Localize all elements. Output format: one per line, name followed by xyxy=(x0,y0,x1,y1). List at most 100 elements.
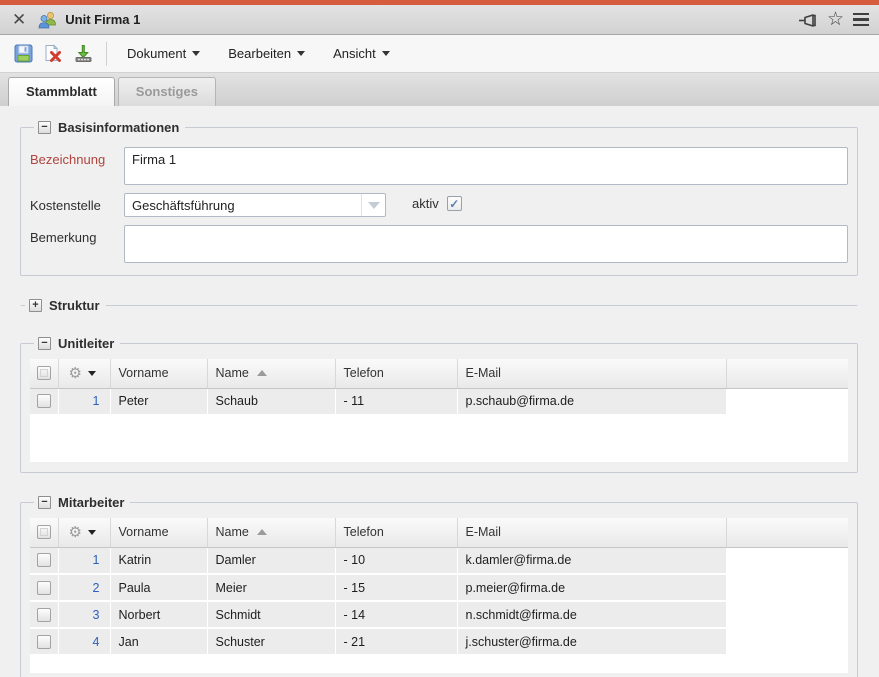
row-number: 3 xyxy=(58,601,110,628)
chevron-down-icon xyxy=(297,51,305,56)
collapse-icon[interactable]: − xyxy=(38,337,51,350)
grid-options-menu[interactable]: ⚙ xyxy=(69,525,96,540)
tab-content-stammblatt: − Basisinformationen Bezeichnung Firma 1… xyxy=(0,106,879,677)
star-icon[interactable]: ☆ xyxy=(827,10,844,29)
column-header-filler xyxy=(726,518,848,547)
section-mitarbeiter: − Mitarbeiter ⚙ Vorname Name Telefon xyxy=(20,495,858,677)
menu-bearbeiten-label: Bearbeiten xyxy=(228,46,291,61)
kostenstelle-select[interactable]: Geschäftsführung xyxy=(124,193,386,217)
section-title: Struktur xyxy=(49,298,100,313)
section-mitarbeiter-header: − Mitarbeiter xyxy=(34,495,130,510)
sort-asc-icon xyxy=(257,370,267,376)
cell-name: Meier xyxy=(207,574,335,601)
menu-dokument[interactable]: Dokument xyxy=(117,40,210,67)
discard-document-button[interactable] xyxy=(40,41,66,67)
table-row[interactable]: 2 Paula Meier - 15 p.meier@firma.de xyxy=(30,574,848,601)
column-header-telefon[interactable]: Telefon xyxy=(335,518,457,547)
cell-email: k.damler@firma.de xyxy=(457,547,726,574)
section-basisinformationen: − Basisinformationen Bezeichnung Firma 1… xyxy=(20,120,858,276)
cell-telefon: - 10 xyxy=(335,547,457,574)
section-title: Mitarbeiter xyxy=(58,495,124,510)
bezeichnung-field[interactable]: Firma 1 xyxy=(124,147,848,185)
unit-window: ✕ Unit Firma 1 ☆ xyxy=(0,0,879,677)
section-struktur: + Struktur xyxy=(20,298,858,314)
cell-vorname: Norbert xyxy=(110,601,207,628)
combo-trigger-button[interactable] xyxy=(361,194,385,216)
hamburger-menu-icon[interactable] xyxy=(853,13,869,27)
column-header-name[interactable]: Name xyxy=(207,359,335,388)
menu-ansicht-label: Ansicht xyxy=(333,46,376,61)
row-number: 4 xyxy=(58,628,110,655)
chevron-down-icon xyxy=(368,202,380,209)
section-title: Unitleiter xyxy=(58,336,114,351)
save-button[interactable] xyxy=(10,41,36,67)
cell-vorname: Jan xyxy=(110,628,207,655)
column-header-email[interactable]: E-Mail xyxy=(457,359,726,388)
row-number: 1 xyxy=(58,388,110,415)
cell-email: n.schmidt@firma.de xyxy=(457,601,726,628)
cell-telefon: - 21 xyxy=(335,628,457,655)
select-all-checkbox[interactable] xyxy=(37,525,51,539)
toolbar-separator xyxy=(106,42,107,66)
import-button[interactable] xyxy=(70,41,96,67)
menu-bearbeiten[interactable]: Bearbeiten xyxy=(218,40,315,67)
row-number: 2 xyxy=(58,574,110,601)
chevron-down-icon xyxy=(382,51,390,56)
row-checkbox[interactable] xyxy=(37,553,51,567)
section-struktur-header: + Struktur xyxy=(25,298,106,313)
table-row[interactable]: 4 Jan Schuster - 21 j.schuster@firma.de xyxy=(30,628,848,655)
row-checkbox[interactable] xyxy=(37,581,51,595)
kostenstelle-label: Kostenstelle xyxy=(30,193,124,213)
select-all-checkbox[interactable] xyxy=(37,366,51,380)
tab-stammblatt[interactable]: Stammblatt xyxy=(8,77,115,106)
cell-name: Schaub xyxy=(207,388,335,415)
column-header-name-label: Name xyxy=(216,366,249,380)
mitarbeiter-grid: ⚙ Vorname Name Telefon E-Mail 1 Katrin D… xyxy=(30,518,848,673)
toolbar: Dokument Bearbeiten Ansicht xyxy=(0,35,879,73)
gear-icon: ⚙ xyxy=(69,366,82,381)
grid-header-row: ⚙ Vorname Name Telefon E-Mail xyxy=(30,518,848,547)
tab-sonstiges[interactable]: Sonstiges xyxy=(118,77,216,106)
column-header-vorname[interactable]: Vorname xyxy=(110,359,207,388)
column-header-vorname[interactable]: Vorname xyxy=(110,518,207,547)
cell-email: p.meier@firma.de xyxy=(457,574,726,601)
collapse-icon[interactable]: − xyxy=(38,121,51,134)
pin-icon[interactable] xyxy=(798,11,818,29)
table-row[interactable]: 1 Katrin Damler - 10 k.damler@firma.de xyxy=(30,547,848,574)
kostenstelle-value: Geschäftsführung xyxy=(125,198,361,213)
row-checkbox[interactable] xyxy=(37,394,51,408)
aktiv-checkbox[interactable]: ✓ xyxy=(447,196,462,211)
column-header-name-label: Name xyxy=(216,525,249,539)
cell-vorname: Katrin xyxy=(110,547,207,574)
bemerkung-field[interactable] xyxy=(124,225,848,263)
bemerkung-label: Bemerkung xyxy=(30,225,124,245)
cell-email: p.schaub@firma.de xyxy=(457,388,726,415)
aktiv-label: aktiv xyxy=(412,196,439,211)
unitleiter-grid: ⚙ Vorname Name Telefon E-Mail 1 Peter Sc… xyxy=(30,359,848,462)
column-header-email[interactable]: E-Mail xyxy=(457,518,726,547)
chevron-down-icon xyxy=(192,51,200,56)
cell-vorname: Peter xyxy=(110,388,207,415)
cell-telefon: - 15 xyxy=(335,574,457,601)
column-header-telefon[interactable]: Telefon xyxy=(335,359,457,388)
gear-icon: ⚙ xyxy=(69,525,82,540)
section-unitleiter-header: − Unitleiter xyxy=(34,336,120,351)
grid-header-row: ⚙ Vorname Name Telefon E-Mail xyxy=(30,359,848,388)
column-header-filler xyxy=(726,359,848,388)
window-title: Unit Firma 1 xyxy=(65,12,140,27)
row-checkbox[interactable] xyxy=(37,635,51,649)
expand-icon[interactable]: + xyxy=(29,299,42,312)
cell-name: Damler xyxy=(207,547,335,574)
cell-telefon: - 14 xyxy=(335,601,457,628)
row-checkbox[interactable] xyxy=(37,608,51,622)
unit-people-icon xyxy=(37,10,58,30)
cell-telefon: - 11 xyxy=(335,388,457,415)
menu-ansicht[interactable]: Ansicht xyxy=(323,40,400,67)
grid-options-menu[interactable]: ⚙ xyxy=(69,366,96,381)
collapse-icon[interactable]: − xyxy=(38,496,51,509)
column-header-name[interactable]: Name xyxy=(207,518,335,547)
table-row[interactable]: 3 Norbert Schmidt - 14 n.schmidt@firma.d… xyxy=(30,601,848,628)
table-row[interactable]: 1 Peter Schaub - 11 p.schaub@firma.de xyxy=(30,388,848,415)
bezeichnung-label: Bezeichnung xyxy=(30,147,124,167)
close-icon[interactable]: ✕ xyxy=(10,11,28,28)
